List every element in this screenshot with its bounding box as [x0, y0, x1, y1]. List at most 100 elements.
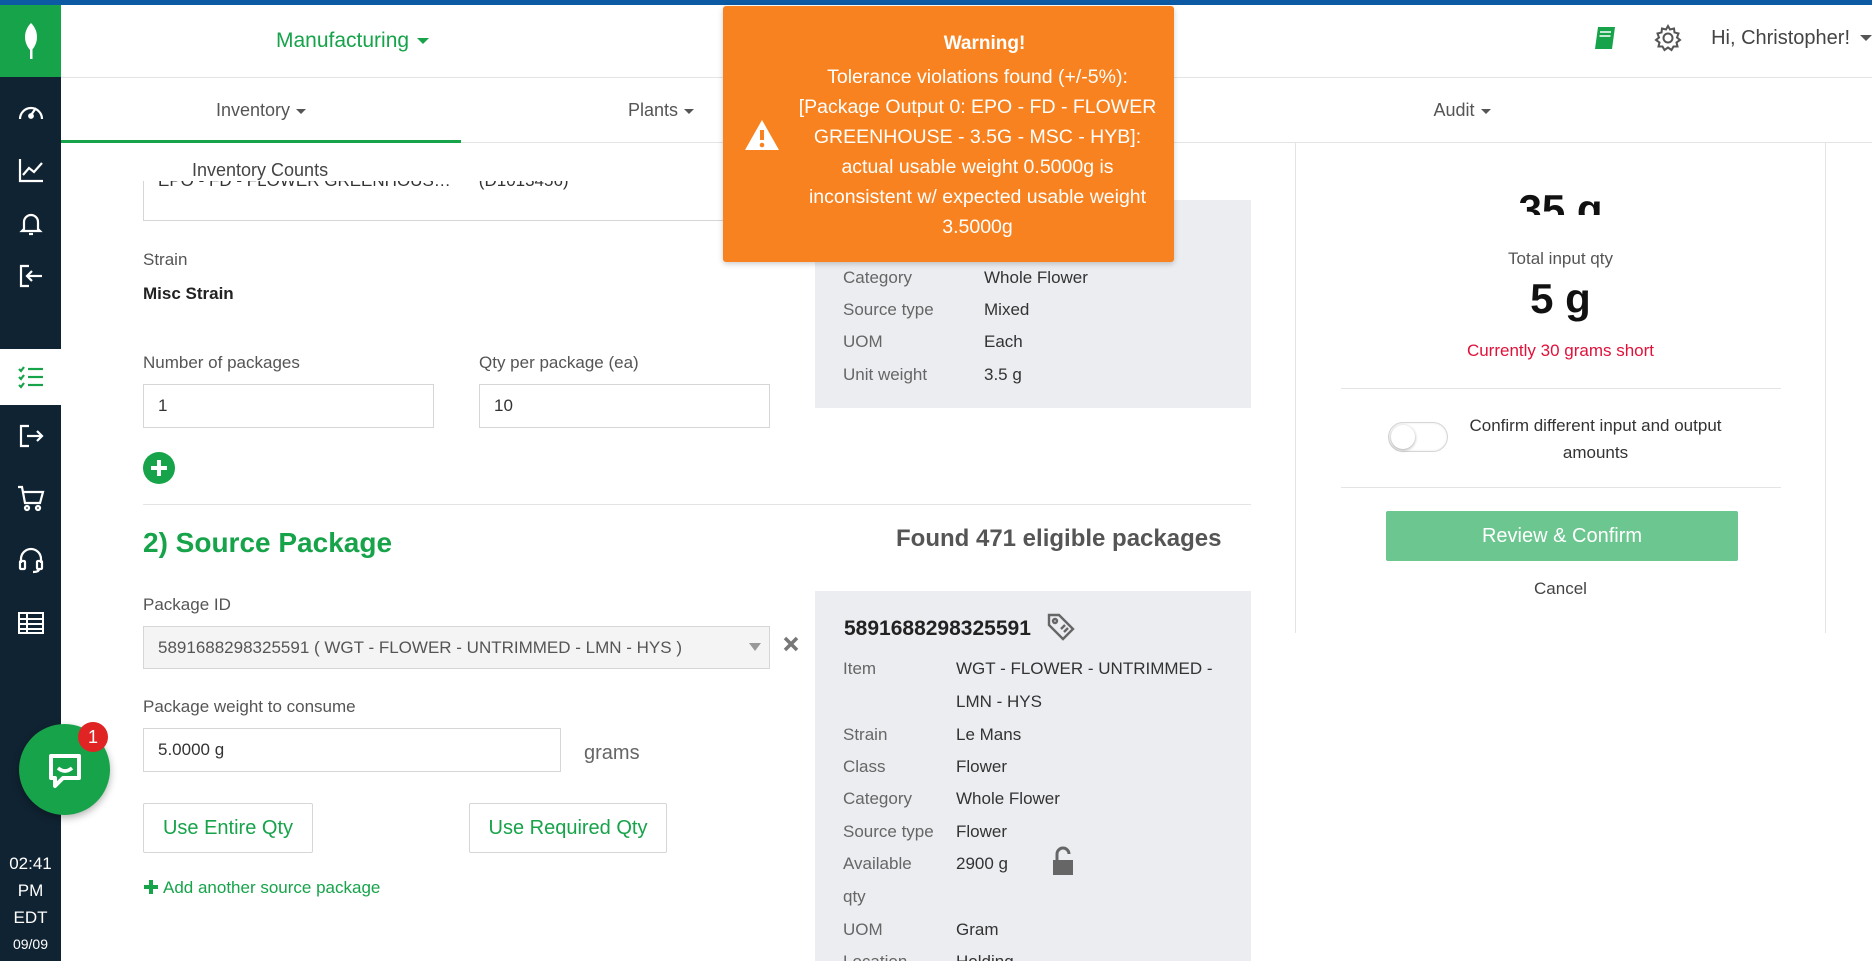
output-item-id: (D1013456) [479, 181, 569, 191]
info-row: Class Flower [843, 757, 1007, 777]
tag-icon[interactable] [1045, 611, 1077, 647]
warning-icon [743, 118, 781, 157]
unlock-icon[interactable] [1047, 846, 1079, 883]
tasks-icon[interactable] [0, 349, 61, 405]
module-label: Manufacturing [276, 29, 410, 52]
tab-audit[interactable]: Audit [1262, 78, 1662, 143]
tab-label: Inventory [215, 100, 291, 120]
plus-icon [151, 460, 167, 476]
clock-timezone: EDT [13, 908, 48, 927]
info-key: Category [843, 789, 912, 808]
info-key: Item [843, 659, 877, 678]
info-row: Item WGT - FLOWER - UNTRIMMED - [843, 659, 1213, 679]
button-label: Use Required Qty [488, 816, 648, 839]
total-input-label: Total input qty [1508, 249, 1613, 268]
info-row: Location Holding [843, 952, 1014, 961]
section-title-source-package: 2) Source Package [143, 527, 393, 558]
info-value: Each [984, 332, 1023, 351]
tab-label: Audit [1433, 100, 1475, 120]
info-value: LMN - HYS [956, 692, 1042, 711]
chat-notification-badge: 1 [78, 722, 108, 752]
chevron-down-icon [749, 643, 761, 651]
analytics-icon[interactable] [0, 142, 61, 198]
info-row: Source type Mixed [843, 300, 1029, 320]
support-headset-icon[interactable] [0, 532, 61, 588]
warning-toast[interactable]: Warning! Tolerance violations found (+/-… [723, 6, 1174, 262]
total-input-value: 5 g [1530, 275, 1591, 322]
info-key: Location [843, 952, 907, 961]
review-confirm-button[interactable]: Review & Confirm [1386, 511, 1738, 561]
info-row: Source type Flower [843, 822, 1007, 842]
info-key: Available [843, 854, 912, 873]
clock-date: 09/09 [12, 936, 49, 952]
info-value: Whole Flower [984, 268, 1088, 287]
chevron-down-icon [296, 108, 307, 114]
divider [1341, 388, 1781, 389]
button-label: Review & Confirm [1481, 524, 1643, 547]
chat-bubble-icon [48, 753, 81, 788]
cart-icon[interactable] [0, 470, 61, 526]
cancel-link[interactable]: Cancel [1296, 579, 1825, 599]
info-row: qty [843, 887, 866, 907]
add-another-source-link[interactable]: Add another source package [143, 878, 380, 900]
info-value: Mixed [984, 300, 1030, 319]
use-required-qty-button[interactable]: Use Required Qty [469, 803, 667, 853]
close-icon [783, 636, 799, 652]
user-greeting: Hi, Christopher! [1711, 26, 1850, 49]
table-icon[interactable] [0, 595, 61, 651]
chevron-down-icon [417, 38, 430, 45]
strain-value: Misc Strain [143, 284, 234, 303]
inbound-icon[interactable] [0, 248, 61, 304]
eligible-packages-count: Found 471 eligible packages [896, 525, 1222, 552]
info-value: Gram [956, 920, 999, 939]
book-icon[interactable] [1591, 24, 1619, 52]
dashboard-icon[interactable] [0, 85, 61, 141]
info-value: Flower [956, 822, 1008, 841]
num-packages-input[interactable]: 1 [143, 384, 434, 428]
tab-inventory[interactable]: Inventory [61, 78, 461, 143]
add-output-button[interactable] [143, 452, 175, 484]
weight-input[interactable]: 5.0000 g [143, 728, 561, 772]
info-key: UOM [843, 920, 883, 939]
output-item-field[interactable]: EPO - FD - FLOWER GREENHOUS… (D1013456) [143, 181, 743, 221]
info-key: Unit weight [843, 365, 928, 384]
info-key: Source type [843, 300, 934, 319]
logo[interactable] [0, 5, 61, 77]
info-key: Category [843, 268, 912, 287]
use-entire-qty-button[interactable]: Use Entire Qty [143, 803, 313, 853]
shortage-message: Currently 30 grams short [1466, 341, 1655, 360]
info-value: Flower [956, 757, 1008, 776]
clear-package-button[interactable] [781, 634, 801, 659]
user-menu[interactable]: Hi, Christopher! [1711, 27, 1872, 50]
info-key: Strain [843, 725, 888, 744]
add-another-label: Add another source package [163, 878, 381, 897]
qty-per-package-input[interactable]: 10 [479, 384, 770, 428]
confirm-toggle-label: Confirm different input and output amoun… [1469, 416, 1722, 462]
confirm-different-amounts-toggle[interactable] [1388, 422, 1448, 452]
weight-label: Package weight to consume [143, 697, 356, 716]
outbound-icon[interactable] [0, 408, 61, 464]
info-value: Le Mans [956, 725, 1022, 744]
output-qty-value: 35 g [1518, 186, 1603, 216]
info-value: 3.5 g [984, 365, 1022, 384]
subnav-inventory-counts[interactable]: Inventory Counts [192, 160, 328, 181]
tab-label: Plants [627, 100, 679, 120]
bell-icon[interactable] [0, 195, 61, 251]
info-value: Whole Flower [956, 789, 1060, 808]
sidebar: 02:41 PM EDT 09/09 [0, 5, 61, 961]
weight-value: 5.0000 g [158, 740, 225, 759]
info-row: Available 2900 g [843, 846, 1073, 875]
plus-icon [143, 879, 159, 900]
module-selector[interactable]: Manufacturing [276, 29, 430, 53]
clock-time: 02:41 [9, 854, 52, 873]
info-key: Class [843, 757, 886, 776]
info-key: qty [843, 887, 866, 906]
gear-icon[interactable] [1653, 23, 1683, 53]
output-qty: 35 g [1296, 173, 1825, 216]
output-item-text: EPO - FD - FLOWER GREENHOUS… [158, 181, 451, 191]
info-value: WGT - FLOWER - UNTRIMMED - [956, 659, 1213, 678]
chevron-down-icon [684, 108, 695, 114]
divider [1341, 487, 1781, 488]
package-id-select[interactable]: 5891688298325591 ( WGT - FLOWER - UNTRIM… [143, 626, 770, 669]
package-id-value: 5891688298325591 ( WGT - FLOWER - UNTRIM… [158, 637, 682, 657]
